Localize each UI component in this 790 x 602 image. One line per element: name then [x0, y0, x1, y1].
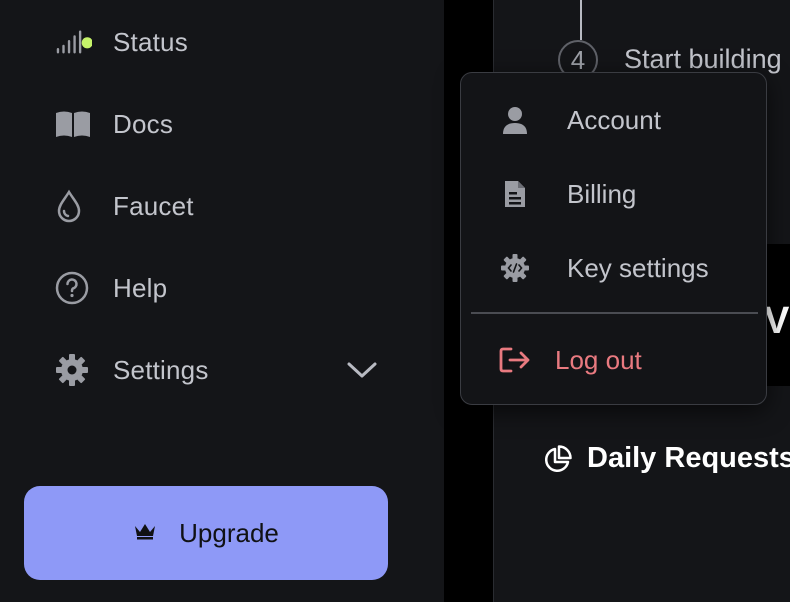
help-circle-icon	[54, 270, 92, 306]
menu-item-label: Account	[567, 104, 661, 135]
menu-item-logout[interactable]: Log out	[497, 338, 642, 382]
code-gear-icon	[497, 253, 533, 283]
droplet-icon	[54, 188, 92, 224]
menu-item-billing[interactable]: Billing	[497, 172, 636, 216]
sidebar-item-status[interactable]: Status	[54, 22, 188, 62]
menu-item-key-settings[interactable]: Key settings	[497, 246, 709, 290]
sidebar-item-settings[interactable]: Settings	[54, 350, 209, 390]
user-icon	[497, 105, 533, 135]
gear-icon	[54, 352, 92, 388]
upgrade-button[interactable]: Upgrade	[24, 486, 388, 580]
menu-item-account[interactable]: Account	[497, 98, 661, 142]
crown-icon	[133, 522, 157, 545]
pie-chart-icon	[542, 445, 572, 480]
settings-expand-button[interactable]	[345, 355, 379, 385]
sidebar-item-label: Docs	[113, 108, 174, 139]
document-icon	[497, 179, 533, 209]
sidebar-item-docs[interactable]: Docs	[54, 104, 173, 144]
dark-card-text: V	[764, 300, 790, 342]
upgrade-label: Upgrade	[179, 517, 279, 548]
signal-status-icon	[54, 24, 92, 60]
book-icon	[54, 106, 92, 142]
sidebar-item-label: Help	[113, 272, 168, 303]
step-connector	[580, 0, 582, 40]
step-label[interactable]: Start building	[624, 44, 782, 75]
chevron-down-icon	[347, 362, 377, 378]
daily-requests-title: Daily Requests	[587, 442, 790, 474]
menu-item-label: Key settings	[567, 252, 709, 283]
menu-item-label: Log out	[555, 344, 642, 375]
sidebar-item-label: Status	[113, 26, 188, 57]
menu-item-label: Billing	[567, 178, 637, 209]
account-dropdown-menu: Account Billing Key settings Log out	[460, 72, 767, 405]
sidebar: Status Docs Faucet Help Settings Upgrade	[0, 0, 444, 602]
sidebar-item-label: Faucet	[113, 190, 194, 221]
sidebar-item-faucet[interactable]: Faucet	[54, 186, 194, 226]
logout-icon	[497, 346, 533, 374]
menu-divider	[471, 312, 758, 314]
sidebar-item-help[interactable]: Help	[54, 268, 167, 308]
sidebar-item-label: Settings	[113, 354, 209, 385]
